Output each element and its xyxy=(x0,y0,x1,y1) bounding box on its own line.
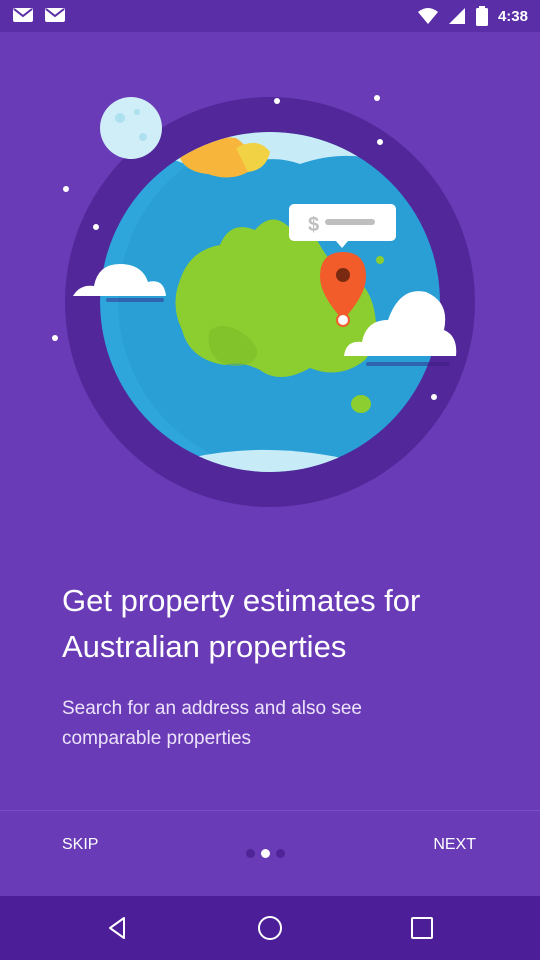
recents-icon[interactable] xyxy=(406,912,438,944)
system-nav-bar xyxy=(0,896,540,960)
page-dot-1 xyxy=(246,849,255,858)
footer-divider xyxy=(0,810,540,811)
onboarding-title: Get property estimates for Australian pr… xyxy=(62,583,421,664)
back-icon[interactable] xyxy=(102,912,134,944)
status-time: 4:38 xyxy=(497,7,528,25)
svg-text:$: $ xyxy=(308,214,319,236)
moon xyxy=(100,97,162,159)
page-dot-2-active xyxy=(261,849,270,858)
cell-signal-icon xyxy=(448,7,466,25)
battery-icon xyxy=(475,6,488,26)
wifi-icon xyxy=(417,7,438,25)
skip-button[interactable]: SKIP xyxy=(62,836,98,854)
next-button[interactable]: NEXT xyxy=(433,836,476,854)
notification-icons xyxy=(12,6,66,24)
home-icon[interactable] xyxy=(254,912,286,944)
status-bar: 4:38 xyxy=(0,0,540,32)
page-indicator xyxy=(246,849,285,858)
onboarding-subtitle: Search for an address and also see compa… xyxy=(62,698,362,749)
mail-icon xyxy=(12,6,34,24)
earth-illustration: $ xyxy=(40,80,500,530)
mail-icon xyxy=(44,6,66,24)
system-icons: 4:38 xyxy=(417,6,528,26)
page-dot-3 xyxy=(276,849,285,858)
